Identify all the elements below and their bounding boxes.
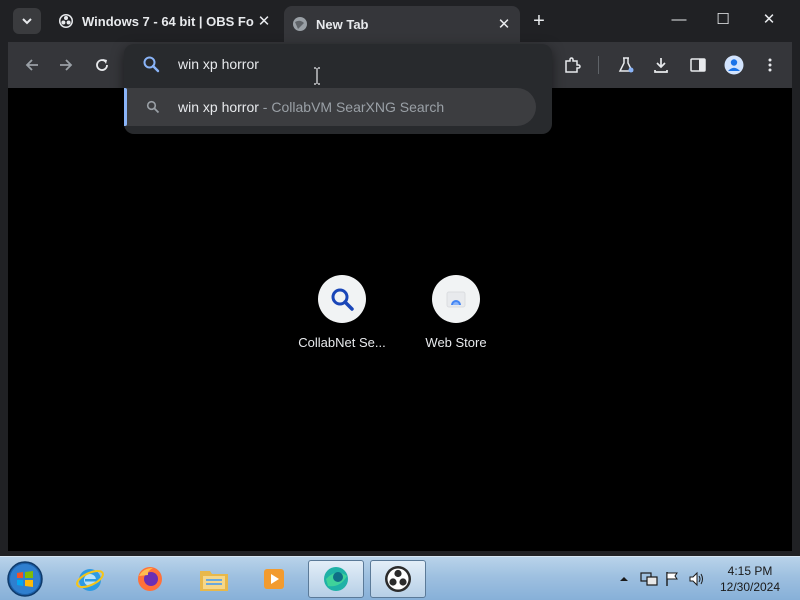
browser-window: Windows 7 - 64 bit | OBS Forum ✕ New Tab… <box>0 0 800 556</box>
windows-start-icon <box>7 561 43 597</box>
tab-search-button[interactable] <box>13 8 41 34</box>
minimize-button[interactable]: — <box>664 8 694 32</box>
taskbar-internet-explorer[interactable] <box>62 560 118 598</box>
chevron-up-icon[interactable] <box>618 573 630 585</box>
shortcut-label: Web Store <box>425 335 487 350</box>
back-button[interactable] <box>20 53 44 77</box>
profile-button[interactable] <box>722 53 746 77</box>
internet-explorer-icon <box>76 569 104 591</box>
taskbar-file-explorer[interactable] <box>186 560 242 598</box>
file-explorer-icon <box>200 571 228 591</box>
extensions-button[interactable] <box>560 53 584 77</box>
tab-strip: Windows 7 - 64 bit | OBS Forum ✕ New Tab… <box>0 0 800 42</box>
globe-favicon-icon <box>293 17 307 31</box>
shortcut-icon-circle <box>432 275 480 323</box>
search-icon <box>143 56 160 73</box>
tab-new-tab[interactable]: New Tab ✕ <box>284 6 520 42</box>
chevron-down-icon <box>22 18 32 25</box>
selection-indicator <box>124 88 127 126</box>
more-vertical-icon <box>768 58 772 72</box>
suggestion-source: CollabVM SearXNG Search <box>271 99 445 115</box>
arrow-left-icon <box>25 59 38 71</box>
tab-obs-forum[interactable]: Windows 7 - 64 bit | OBS Forum ✕ <box>50 6 280 36</box>
arrow-right-icon <box>60 59 73 71</box>
download-icon <box>654 58 668 73</box>
omnibox-input-row <box>124 44 552 84</box>
address-bar-input[interactable] <box>178 54 478 74</box>
system-tray <box>618 567 706 591</box>
shortcut-label: CollabNet Se... <box>298 335 386 350</box>
toolbar-divider <box>598 56 599 74</box>
new-tab-page: CollabNet Se... Web Store <box>8 88 792 551</box>
suggestion-separator: - <box>258 99 272 115</box>
taskbar-obs[interactable] <box>370 560 426 598</box>
clock[interactable]: 4:15 PM 12/30/2024 <box>712 563 788 595</box>
obs-icon <box>385 566 411 592</box>
web-store-icon <box>446 291 466 308</box>
media-player-icon <box>264 569 284 589</box>
tab-title: Windows 7 - 64 bit | OBS Forum <box>82 13 254 29</box>
search-icon <box>331 288 354 311</box>
action-center-flag-icon[interactable] <box>664 571 680 587</box>
shortcut-icon-circle <box>318 275 366 323</box>
clock-time: 4:15 PM <box>727 564 773 578</box>
suggestion-text: win xp horror - CollabVM SearXNG Search <box>178 99 444 115</box>
downloads-button[interactable] <box>649 53 673 77</box>
taskbar-browser[interactable] <box>308 560 364 598</box>
taskbar-media-player[interactable] <box>246 560 302 598</box>
side-panel-icon <box>690 58 706 72</box>
text-cursor-icon <box>314 67 320 85</box>
omnibox-suggestion[interactable]: win xp horror - CollabVM SearXNG Search <box>124 88 536 126</box>
taskbar-firefox[interactable] <box>122 560 178 598</box>
tab-close-icon[interactable]: ✕ <box>494 15 514 33</box>
suggestion-query: win xp horror <box>178 99 259 115</box>
menu-button[interactable] <box>758 53 782 77</box>
tab-close-icon[interactable]: ✕ <box>254 12 274 30</box>
flask-icon <box>618 57 634 73</box>
labs-button[interactable] <box>614 53 638 77</box>
clock-date: 12/30/2024 <box>719 580 781 594</box>
browser-icon <box>324 567 348 591</box>
tab-title: New Tab <box>316 16 369 32</box>
maximize-button[interactable]: ☐ <box>708 8 738 32</box>
side-panel-button[interactable] <box>686 53 710 77</box>
volume-icon[interactable] <box>688 571 706 587</box>
omnibox-dropdown: win xp horror - CollabVM SearXNG Search <box>124 44 552 134</box>
shortcut-web-store[interactable]: Web Store <box>401 275 511 350</box>
start-button[interactable] <box>4 559 46 599</box>
forward-button[interactable] <box>54 53 78 77</box>
obs-favicon-icon <box>59 14 73 28</box>
reload-button[interactable] <box>90 53 114 77</box>
search-icon <box>146 100 160 114</box>
reload-icon <box>96 59 108 71</box>
new-tab-button[interactable]: + <box>528 10 550 32</box>
shortcut-collabnet[interactable]: CollabNet Se... <box>287 275 397 350</box>
firefox-icon <box>138 567 162 591</box>
close-window-button[interactable]: ✕ <box>754 8 784 32</box>
avatar-icon <box>724 55 744 75</box>
network-icon[interactable] <box>640 571 658 587</box>
taskbar: 4:15 PM 12/30/2024 <box>0 556 800 600</box>
puzzle-icon <box>565 57 581 73</box>
